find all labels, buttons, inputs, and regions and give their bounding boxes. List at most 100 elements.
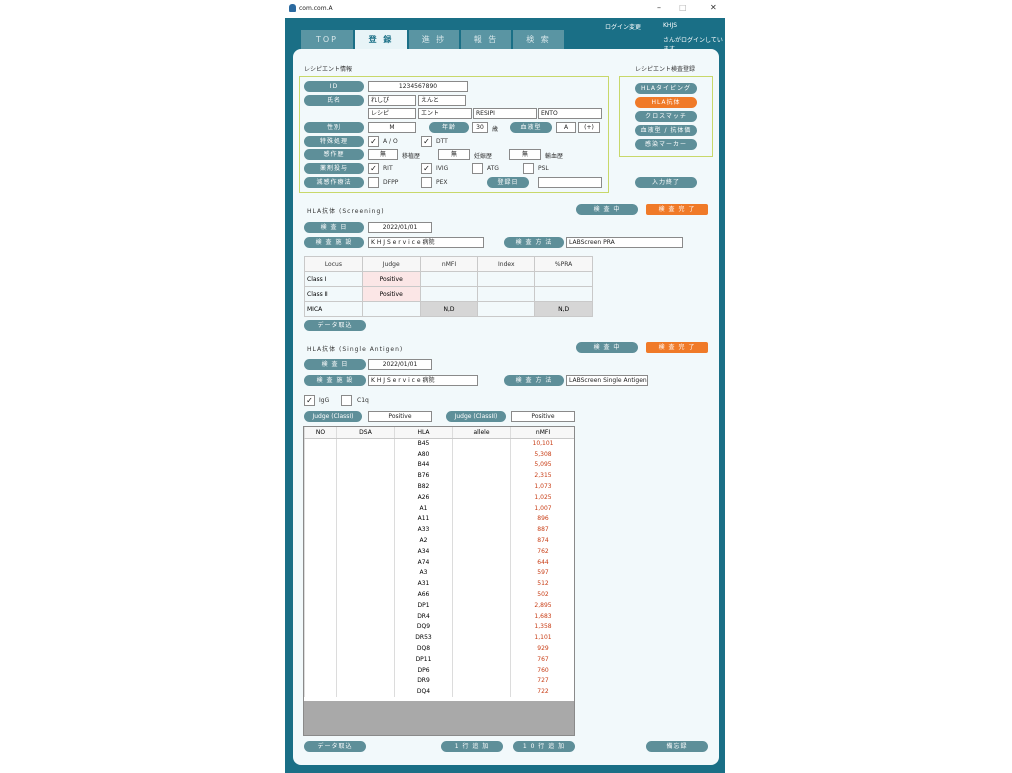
cell[interactable]: A3 (394, 567, 453, 579)
judge-class2-field[interactable]: Positive (511, 411, 575, 422)
cell[interactable]: 1,358 (510, 621, 574, 633)
cell[interactable] (452, 664, 511, 676)
cell[interactable] (336, 610, 395, 622)
name-hira-last-field[interactable]: れしぴ (368, 95, 416, 106)
cell[interactable] (304, 470, 337, 482)
cell[interactable] (304, 621, 337, 633)
cell[interactable] (477, 271, 536, 287)
cell[interactable] (336, 653, 395, 665)
cell[interactable] (452, 502, 511, 514)
cell[interactable]: 597 (510, 567, 574, 579)
cell[interactable]: A80 (394, 448, 453, 460)
cell[interactable] (336, 470, 395, 482)
screening-method-field[interactable]: LABScreen PRA (566, 237, 683, 248)
cell[interactable] (452, 470, 511, 482)
sa-facility-field[interactable]: K H J S e r v i c e 病院 (368, 375, 478, 386)
cell[interactable] (336, 589, 395, 600)
cell[interactable] (336, 599, 395, 611)
cell[interactable]: B45 (394, 438, 453, 449)
cell[interactable] (452, 524, 511, 536)
name-roman-last-field[interactable]: RESIPI (473, 108, 537, 119)
cell[interactable] (419, 271, 479, 287)
sex-field[interactable]: M (368, 122, 416, 133)
tab-register[interactable]: 登 録 (355, 30, 407, 49)
special-dtt-checkbox[interactable]: ✓ (421, 136, 432, 147)
cell[interactable]: N,D (534, 301, 593, 317)
cell[interactable]: DP11 (394, 653, 453, 665)
cell[interactable] (304, 438, 337, 449)
c1q-checkbox[interactable] (341, 395, 352, 406)
cell[interactable]: 1,683 (510, 610, 574, 622)
crossmatch-button[interactable]: クロスマッチ (635, 111, 697, 122)
cell[interactable] (304, 481, 337, 492)
cell[interactable] (304, 589, 337, 600)
cell[interactable] (336, 513, 395, 525)
cell[interactable] (304, 610, 337, 622)
cell[interactable]: 502 (510, 589, 574, 600)
cell[interactable] (452, 686, 511, 698)
cell[interactable] (336, 491, 395, 503)
cell[interactable] (304, 643, 337, 654)
screening-done-button[interactable]: 検 査 完 了 (646, 204, 708, 215)
age-field[interactable]: 30 (472, 122, 488, 133)
cell[interactable] (452, 589, 511, 600)
cell[interactable]: B82 (394, 481, 453, 492)
desens-pex-checkbox[interactable] (421, 177, 432, 188)
cell[interactable]: B44 (394, 459, 453, 471)
cell[interactable] (336, 578, 395, 590)
cell[interactable] (452, 491, 511, 503)
desens-dfpp-checkbox[interactable] (368, 177, 379, 188)
cell[interactable]: 2,895 (510, 599, 574, 611)
cell[interactable]: A2 (394, 535, 453, 546)
cell[interactable] (452, 481, 511, 492)
tab-search[interactable]: 検 索 (513, 30, 564, 49)
cell[interactable]: 644 (510, 556, 574, 568)
judge-class1-field[interactable]: Positive (368, 411, 432, 422)
cell[interactable] (336, 524, 395, 536)
cell[interactable]: B76 (394, 470, 453, 482)
cell[interactable] (336, 643, 395, 654)
cell[interactable] (304, 556, 337, 568)
cell[interactable] (452, 599, 511, 611)
cell[interactable] (534, 286, 593, 302)
cell[interactable] (336, 545, 395, 557)
cell[interactable]: 1,007 (510, 502, 574, 514)
cell[interactable]: 762 (510, 545, 574, 557)
cell[interactable] (361, 301, 421, 317)
cell[interactable]: DP1 (394, 599, 453, 611)
cell[interactable] (452, 513, 511, 525)
drug-psl-checkbox[interactable] (523, 163, 534, 174)
cell[interactable]: 512 (510, 578, 574, 590)
cell[interactable] (304, 524, 337, 536)
cell[interactable]: 2,315 (510, 470, 574, 482)
cell[interactable]: DR9 (394, 675, 453, 687)
add-1-row-button[interactable]: 1 行 追 加 (441, 741, 503, 752)
screening-facility-field[interactable]: K H J S e r v i c e 病院 (368, 237, 484, 248)
tab-progress[interactable]: 進 捗 (409, 30, 459, 49)
cell[interactable]: Positive (361, 286, 421, 302)
cell[interactable]: 10,101 (510, 438, 574, 449)
id-field[interactable]: 1234567890 (368, 81, 468, 92)
cell[interactable] (452, 632, 511, 644)
cell[interactable] (452, 556, 511, 568)
cell[interactable]: 929 (510, 643, 574, 654)
cell[interactable] (452, 448, 511, 460)
cell[interactable] (452, 610, 511, 622)
minimize-icon[interactable]: – (657, 3, 661, 12)
cell[interactable] (452, 653, 511, 665)
cell[interactable] (336, 448, 395, 460)
infection-marker-button[interactable]: 感染マーカー (635, 139, 697, 150)
cell[interactable]: 887 (510, 524, 574, 536)
cell[interactable] (477, 301, 536, 317)
cell[interactable] (336, 481, 395, 492)
cell[interactable] (452, 567, 511, 579)
cell[interactable] (304, 664, 337, 676)
maximize-icon[interactable]: □ (679, 3, 687, 12)
drug-ivig-checkbox[interactable]: ✓ (421, 163, 432, 174)
cell[interactable] (452, 643, 511, 654)
cell[interactable] (336, 438, 395, 449)
cell[interactable] (452, 621, 511, 633)
cell[interactable] (304, 502, 337, 514)
cell[interactable]: DP6 (394, 664, 453, 676)
cell[interactable] (304, 653, 337, 665)
